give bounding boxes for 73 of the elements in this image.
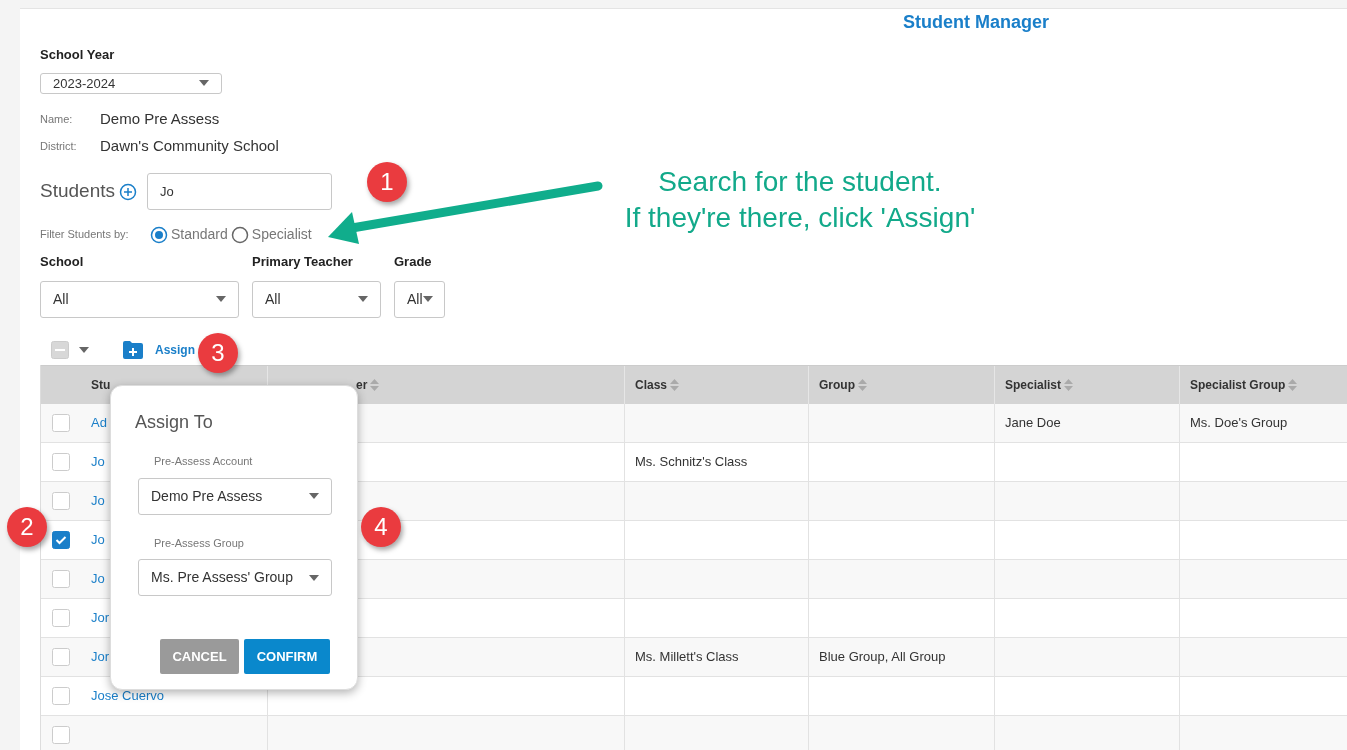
column-header[interactable]: Specialist: [1005, 375, 1062, 394]
field-label: School: [40, 253, 84, 271]
caret-icon: [309, 493, 319, 499]
student-link[interactable]: Jor: [91, 607, 110, 628]
sort-icon[interactable]: [1288, 378, 1298, 391]
dropdown[interactable]: All: [394, 280, 445, 318]
caret-icon: [216, 296, 226, 302]
table-cell-text: Jane Doe: [1005, 413, 1061, 432]
annotation-text: If they're there, click 'Assign': [624, 201, 976, 235]
column-header[interactable]: Specialist Group: [1190, 375, 1286, 394]
row-checkbox[interactable]: [52, 569, 70, 588]
annotation-text: Search for the student.: [658, 165, 942, 199]
dropdown[interactable]: Ms. Pre Assess' Group: [138, 559, 332, 596]
student-link[interactable]: Jo: [91, 490, 105, 511]
dropdown[interactable]: 2023-2024: [40, 72, 222, 94]
row-checkbox[interactable]: [52, 413, 70, 432]
field-label: Pre-Assess Group: [154, 535, 244, 551]
column-header[interactable]: Class: [635, 375, 668, 394]
caret-icon: [422, 296, 433, 302]
caret-icon: [199, 80, 209, 87]
student-link[interactable]: Jo: [91, 451, 105, 472]
info-label: District:: [40, 138, 78, 154]
confirm-button[interactable]: CONFIRM: [244, 639, 330, 674]
radio-label[interactable]: Standard: [171, 224, 228, 245]
column-header[interactable]: er: [356, 375, 368, 394]
table-cell-text: Blue Group, All Group: [819, 647, 946, 666]
sort-icon[interactable]: [670, 378, 680, 391]
page-title: Student Manager: [903, 11, 1049, 34]
sort-icon[interactable]: [370, 378, 380, 391]
bulk-select-checkbox[interactable]: [51, 340, 69, 359]
column-header[interactable]: Group: [819, 375, 855, 394]
caret-icon: [309, 574, 319, 581]
row-checkbox[interactable]: [52, 530, 70, 549]
row-checkbox[interactable]: [52, 608, 70, 627]
add-circle-icon[interactable]: [119, 182, 137, 201]
student-link[interactable]: Ad: [91, 412, 107, 433]
field-label: Pre-Assess Account: [154, 454, 253, 469]
row-checkbox[interactable]: [52, 647, 70, 666]
search-field[interactable]: Jo: [147, 173, 332, 210]
table-cell-text: Ms. Doe's Group: [1190, 413, 1288, 432]
dropdown[interactable]: Demo Pre Assess: [138, 477, 332, 515]
table-cell-text: Ms. Schnitz's Class: [635, 452, 748, 471]
column-header[interactable]: Stu: [91, 375, 111, 394]
radio-label[interactable]: Specialist: [251, 224, 312, 245]
folder-plus-icon: [123, 340, 143, 359]
info-value: Dawn's Community School: [100, 135, 279, 156]
row-checkbox[interactable]: [52, 452, 70, 471]
info-label: Name:: [40, 112, 74, 127]
row-checkbox[interactable]: [52, 686, 70, 705]
field-label: Primary Teacher: [252, 253, 353, 271]
table-cell-text: Ms. Millett's Class: [635, 647, 739, 666]
sort-icon[interactable]: [858, 378, 867, 391]
step-number-badge: 2: [7, 507, 47, 547]
student-link[interactable]: Jo: [91, 568, 105, 589]
caret-icon: [358, 296, 368, 302]
sort-icon[interactable]: [1064, 378, 1074, 391]
field-label: Grade: [394, 253, 432, 271]
student-link[interactable]: Jo: [91, 529, 105, 550]
student-link[interactable]: Jor: [91, 646, 110, 667]
radio-button[interactable]: [150, 225, 168, 244]
dropdown[interactable]: All: [252, 280, 381, 318]
dropdown[interactable]: All: [40, 280, 239, 318]
student-link[interactable]: Jose Cuervo: [91, 685, 164, 706]
row-checkbox[interactable]: [52, 491, 70, 510]
row-checkbox[interactable]: [52, 725, 70, 744]
field-label: School Year: [40, 46, 115, 64]
radio-button[interactable]: [230, 225, 249, 244]
assign-button[interactable]: Assign: [123, 340, 195, 359]
dialog-title: Assign To: [135, 411, 213, 434]
caret-icon: [79, 346, 89, 353]
info-value: Demo Pre Assess: [100, 109, 220, 129]
section-heading: Students: [40, 179, 115, 204]
filter-label: Filter Students by:: [40, 227, 130, 243]
